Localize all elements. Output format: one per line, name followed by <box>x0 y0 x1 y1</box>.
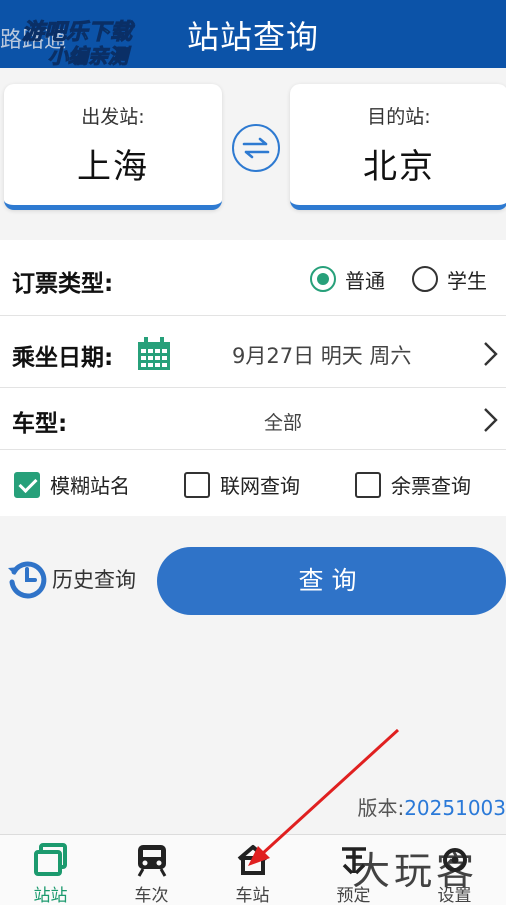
radio-regular-label: 普通 <box>345 268 385 293</box>
version-text: 版本:20251003 <box>357 792 506 821</box>
travel-date-row[interactable]: 乘坐日期: 9月27日 明天 周六 <box>0 316 506 388</box>
history-label: 历史查询 <box>52 568 136 592</box>
chevron-right-icon <box>484 408 498 432</box>
query-button[interactable]: 查询 <box>157 547 506 615</box>
travel-date-label: 乘坐日期: <box>12 345 114 371</box>
departure-station-card[interactable]: 出发站: 上海 <box>4 84 222 210</box>
checkbox-fuzzy-station-label: 模糊站名 <box>50 474 130 498</box>
tab-label: 车站 <box>235 886 270 905</box>
destination-station: 北京 <box>363 147 435 187</box>
chevron-right-icon <box>484 342 498 366</box>
tab-train-number[interactable]: 车次 <box>101 835 202 905</box>
train-type-row[interactable]: 车型: 全部 <box>0 388 506 450</box>
tab-label: 车次 <box>134 886 169 905</box>
radio-student-label: 学生 <box>447 268 487 293</box>
page-title: 站站查询 <box>186 18 319 56</box>
checkbox-fuzzy-station-box <box>14 471 40 498</box>
destination-station-card[interactable]: 目的站: 北京 <box>290 84 506 210</box>
version-number: 20251003 <box>404 796 506 820</box>
checkbox-remaining-tickets[interactable]: 余票查询 <box>355 470 471 499</box>
departure-station: 上海 <box>77 147 149 187</box>
tab-label: 站站 <box>33 886 68 905</box>
ticket-type-label: 订票类型: <box>12 271 114 297</box>
watermark-brand: 大玩客 <box>352 849 479 893</box>
station-selector: 出发站: 上海 目的站: 北京 <box>0 68 506 238</box>
radio-regular-indicator <box>310 266 336 292</box>
tab-station[interactable]: 车站 <box>202 835 303 905</box>
home-icon <box>237 845 268 875</box>
train-icon <box>137 845 166 877</box>
checkbox-remaining-tickets-label: 余票查询 <box>391 474 471 498</box>
tab-station-to-station[interactable]: 站站 <box>0 835 101 905</box>
checkbox-online-query[interactable]: 联网查询 <box>184 470 300 499</box>
history-button[interactable]: 历史查询 <box>6 558 136 600</box>
ticket-type-row: 订票类型: 普通 学生 <box>0 240 506 316</box>
station-icon <box>33 843 67 876</box>
destination-label: 目的站: <box>367 106 431 128</box>
options-row: 模糊站名 联网查询 余票查询 <box>0 450 506 516</box>
radio-regular[interactable]: 普通 <box>310 262 385 296</box>
checkbox-remaining-tickets-box <box>355 471 381 498</box>
train-type-value: 全部 <box>264 412 303 434</box>
history-icon <box>8 561 47 599</box>
checkbox-online-query-label: 联网查询 <box>220 474 300 498</box>
swap-stations-button[interactable] <box>232 124 280 172</box>
departure-label: 出发站: <box>81 106 145 128</box>
travel-date-value: 9月27日 明天 周六 <box>232 344 412 368</box>
radio-student-indicator <box>412 266 438 292</box>
calendar-icon[interactable] <box>136 336 172 372</box>
app-header: 路路通 游吧乐下载 小编亲测 站站查询 <box>0 0 506 69</box>
checkbox-online-query-box <box>184 471 210 498</box>
checkbox-fuzzy-station[interactable]: 模糊站名 <box>14 470 130 499</box>
train-type-label: 车型: <box>12 411 68 437</box>
version-label: 版本: <box>357 796 405 820</box>
radio-student[interactable]: 学生 <box>412 262 487 296</box>
swap-icon <box>242 137 270 159</box>
query-form: 订票类型: 普通 学生 乘坐日期: 9月27日 明天 周六 车型: 全部 模糊站… <box>0 240 506 516</box>
